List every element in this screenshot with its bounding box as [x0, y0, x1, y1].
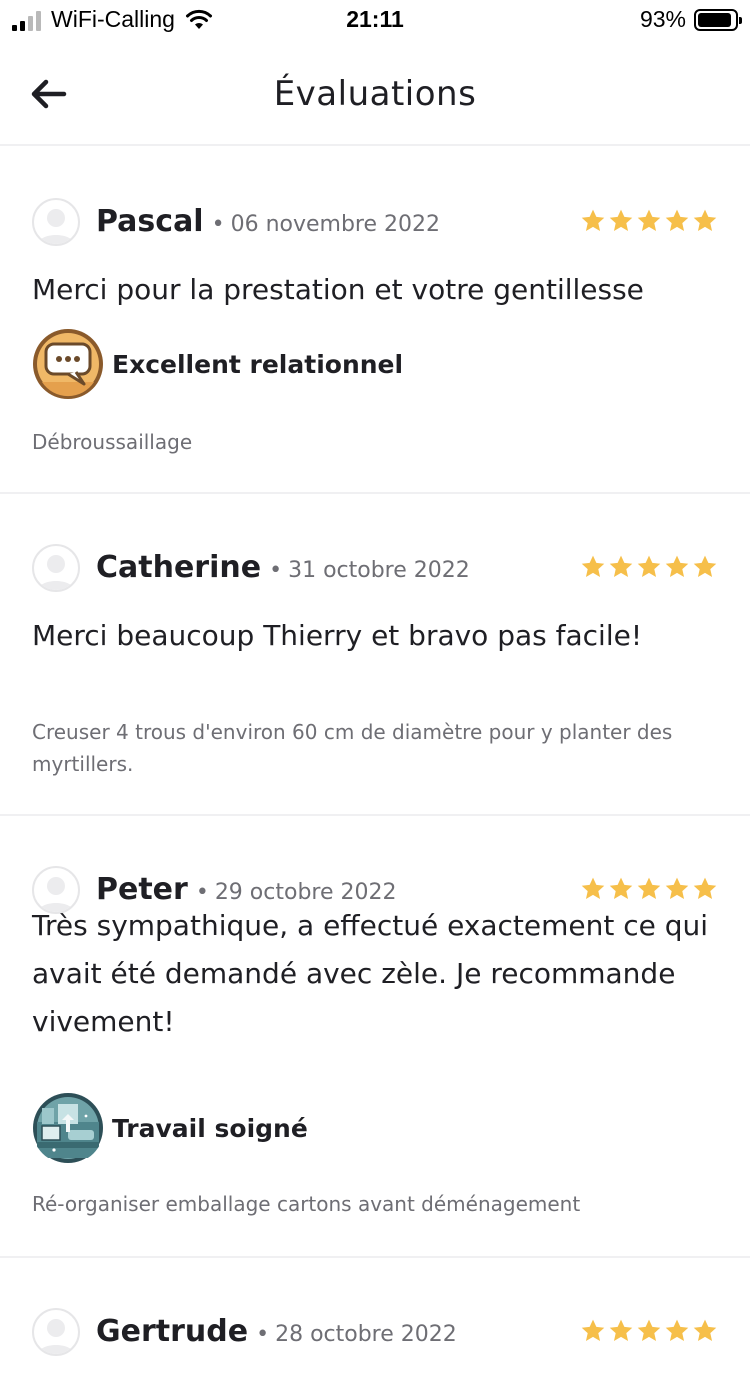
- star-icon: [637, 555, 661, 577]
- star-icon: [581, 209, 605, 231]
- task-title[interactable]: Ré-organiser emballage cartons avant dém…: [32, 1188, 722, 1220]
- review-date: 31 octobre 2022: [288, 558, 470, 583]
- star-rating: [580, 208, 718, 234]
- avatar[interactable]: [32, 1308, 80, 1356]
- star-icon: [693, 877, 717, 899]
- review-header: Catherine • 31 octobre 2022: [32, 544, 718, 594]
- star-icon: [665, 877, 689, 899]
- navigation-bar: Évaluations: [0, 50, 750, 146]
- avatar[interactable]: [32, 544, 80, 592]
- separator-dot: •: [269, 558, 283, 583]
- review-card: Catherine • 31 octobre 2022 Merci beaucoup…: [0, 494, 750, 816]
- review-date: 06 novembre 2022: [230, 212, 440, 237]
- star-icon: [637, 209, 661, 231]
- compliment-badge: Travail soigné: [32, 1092, 308, 1164]
- compliment-badge: Excellent relationnel: [32, 328, 403, 400]
- star-icon: [693, 555, 717, 577]
- review-card: Pascal • 06 novembre 2022 Merci pour la pr…: [0, 148, 750, 494]
- battery-percent: 93%: [639, 6, 686, 32]
- clean-room-icon: [32, 1092, 104, 1164]
- star-icon: [637, 1319, 661, 1341]
- star-icon: [665, 1319, 689, 1341]
- badge-label: Travail soigné: [112, 1113, 308, 1143]
- star-icon: [665, 209, 689, 231]
- badge-label: Excellent relationnel: [112, 349, 404, 379]
- task-title[interactable]: Creuser 4 trous d'environ 60 cm de diamè…: [32, 716, 722, 780]
- review-comment: Merci pour la prestation et votre gentil…: [32, 273, 644, 306]
- star-icon: [693, 1319, 717, 1341]
- reviewer-name[interactable]: Catherine: [96, 550, 261, 585]
- review-header: Pascal • 06 novembre 2022: [32, 198, 718, 248]
- star-icon: [609, 209, 633, 231]
- review-card: Gertrude • 28 octobre 2022: [0, 1258, 750, 1378]
- star-icon: [581, 1319, 605, 1341]
- star-icon: [665, 555, 689, 577]
- reviewer-name[interactable]: Pascal: [96, 204, 204, 239]
- star-icon: [609, 555, 633, 577]
- star-icon: [581, 555, 605, 577]
- avatar[interactable]: [32, 198, 80, 246]
- separator-dot: •: [211, 212, 225, 237]
- user-placeholder-icon: [38, 209, 74, 244]
- reviewer-name[interactable]: Gertrude: [96, 1314, 248, 1349]
- star-icon: [609, 1319, 633, 1341]
- star-rating: [580, 554, 718, 580]
- star-rating: [580, 1318, 718, 1344]
- star-icon: [637, 877, 661, 899]
- user-placeholder-icon: [38, 555, 74, 590]
- separator-dot: •: [256, 1322, 270, 1347]
- page-title: Évaluations: [273, 74, 477, 114]
- task-title[interactable]: Débroussaillage: [32, 426, 722, 458]
- clock: 21:11: [346, 6, 404, 32]
- star-rating: [580, 876, 718, 902]
- review-comment: Merci beaucoup Thierry et bravo pas faci…: [32, 619, 643, 652]
- review-date: 28 octobre 2022: [275, 1322, 457, 1347]
- review-comment: Très sympathique, a effectué exactement …: [32, 909, 709, 1038]
- star-icon: [693, 209, 717, 231]
- review-header: Gertrude • 28 octobre 2022: [32, 1308, 718, 1358]
- battery-icon: [694, 8, 742, 31]
- status-bar: WiFi-Calling 21:11 93%: [0, 0, 750, 40]
- star-icon: [609, 877, 633, 899]
- user-placeholder-icon: [38, 1319, 74, 1354]
- speech-bubble-icon: [32, 328, 104, 400]
- star-icon: [581, 877, 605, 899]
